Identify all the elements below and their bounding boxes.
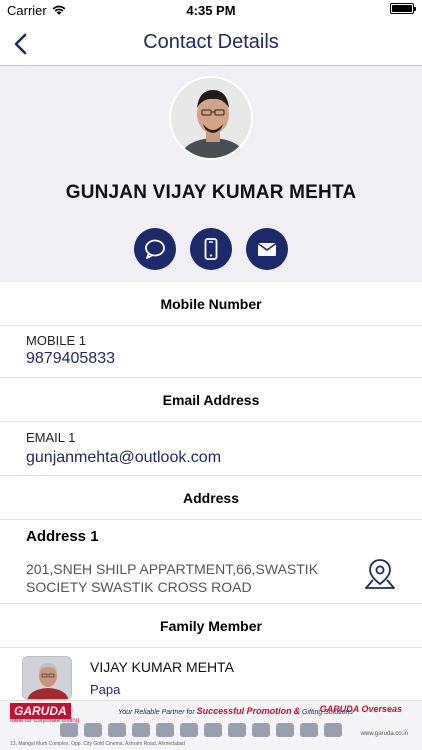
- family-member-avatar: [22, 656, 72, 700]
- battery-icon: [390, 3, 416, 14]
- address-field[interactable]: Address 1 201,SNEH SHILP APPARTMENT,66,S…: [0, 520, 422, 604]
- profile-header: GUNJAN VIJAY KUMAR MEHTA: [0, 66, 422, 282]
- contact-actions: [0, 228, 422, 270]
- product-image: [324, 723, 342, 737]
- product-image: [300, 723, 318, 737]
- family-member-relation: Papa: [90, 682, 121, 697]
- person-photo-icon: [171, 78, 251, 158]
- product-image: [204, 723, 222, 737]
- map-pin-icon: [365, 559, 395, 589]
- product-image: [60, 723, 78, 737]
- product-image: [180, 723, 198, 737]
- ad-brand-logo: GARUDA: [10, 703, 71, 719]
- email-label: EMAIL 1: [26, 430, 76, 445]
- section-header-email: Email Address: [0, 378, 422, 422]
- email-value[interactable]: gunjanmehta@outlook.com: [26, 449, 221, 467]
- person-photo-icon: [23, 657, 71, 699]
- ad-products: [60, 723, 342, 737]
- address-title: Address 1: [26, 528, 99, 545]
- contact-name: GUNJAN VIJAY KUMAR MEHTA: [65, 182, 357, 203]
- mobile-field[interactable]: MOBILE 1 9879405833: [0, 326, 422, 378]
- ad-tagline-main: Successful Promotion: [196, 706, 292, 716]
- ad-tagline: Your Reliable Partner for Successful Pro…: [118, 706, 353, 716]
- status-bar: Carrier 4:35 PM: [0, 0, 422, 22]
- contact-avatar: [169, 76, 253, 160]
- navigation-bar: Contact Details: [0, 22, 422, 66]
- mobile-label: MOBILE 1: [26, 333, 86, 348]
- product-image: [108, 723, 126, 737]
- product-image: [276, 723, 294, 737]
- product-image: [156, 723, 174, 737]
- message-button[interactable]: [134, 228, 176, 270]
- ad-tagline-intro: Your Reliable Partner for: [118, 709, 195, 716]
- product-image: [84, 723, 102, 737]
- section-header-mobile: Mobile Number: [0, 282, 422, 326]
- section-header-family: Family Member: [0, 604, 422, 648]
- ad-footer: 13, Mangal Murti Complex, Opp. City Gold…: [10, 741, 186, 747]
- ad-tagline-connector: &: [293, 706, 301, 716]
- map-pin-button[interactable]: [362, 556, 398, 592]
- status-right: [390, 3, 416, 14]
- family-member-row[interactable]: VIJAY KUMAR MEHTA Papa: [0, 650, 422, 702]
- product-image: [252, 723, 270, 737]
- product-image: [228, 723, 246, 737]
- address-line-2: SOCIETY SWASTIK CROSS ROAD: [26, 579, 252, 595]
- call-button[interactable]: [190, 228, 232, 270]
- mobile-value[interactable]: 9879405833: [26, 350, 115, 368]
- email-button[interactable]: [246, 228, 288, 270]
- chat-bubble-icon: [145, 239, 165, 259]
- page-title: Contact Details: [143, 31, 279, 53]
- envelope-icon: [257, 242, 277, 256]
- ad-banner[interactable]: GARUDA Ideal for Corporate Gifting Your …: [0, 700, 422, 750]
- mobile-phone-icon: [204, 238, 218, 260]
- address-line-1: 201,SNEH SHILP APPARTMENT,66,SWASTIK: [26, 561, 319, 577]
- status-time: 4:35 PM: [186, 3, 236, 18]
- family-member-name: VIJAY KUMAR MEHTA: [90, 659, 234, 675]
- email-field[interactable]: EMAIL 1 gunjanmehta@outlook.com: [0, 422, 422, 476]
- ad-url: www.garuda.co.in: [360, 731, 408, 737]
- section-header-address: Address: [0, 476, 422, 520]
- product-image: [132, 723, 150, 737]
- address-text: 201,SNEH SHILP APPARTMENT,66,SWASTIK SOC…: [26, 560, 336, 596]
- ad-brand-right: GARUDA Overseas: [319, 704, 402, 714]
